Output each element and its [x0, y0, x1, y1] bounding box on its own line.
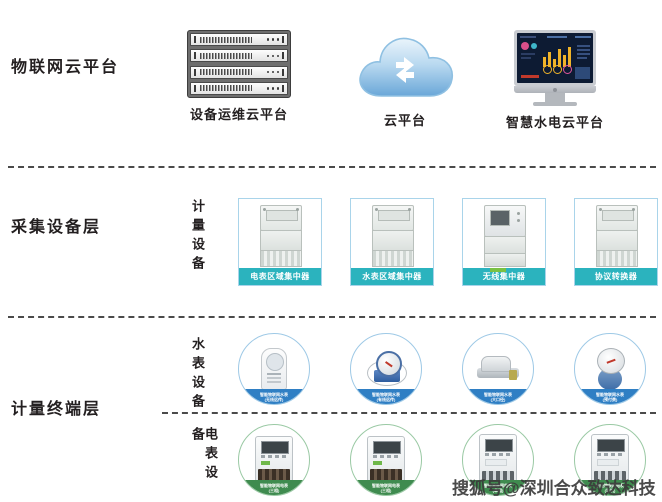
category-label-electric-device: 电表设备: [190, 427, 218, 484]
cloud-item-cloud-platform: 云平台: [340, 26, 470, 129]
concentrator-card-row: 电表区域集中器 水表区域集中器 无线集中器 协议转换器: [238, 198, 658, 286]
water-meter-inline-icon: [477, 356, 519, 382]
water-meter-caption: 智能物联网水表 (无线远传): [239, 389, 309, 404]
desktop-dashboard-icon: [514, 30, 596, 106]
concentrator-icon: [575, 199, 657, 268]
layer-divider-middle: [8, 316, 656, 318]
concentrator-card-caption: 电表区域集中器: [239, 268, 321, 285]
cloud-item-caption: 设备运维云平台: [189, 107, 288, 122]
server-rack-icon: [187, 30, 291, 98]
water-meter-caption: 智能物联网水表 (大口径): [463, 389, 533, 404]
concentrator-icon: [351, 199, 433, 268]
category-label-metering-device: 计量设备: [190, 199, 205, 275]
layer-title-collection-device: 采集设备层: [11, 219, 102, 236]
water-meter-item[interactable]: 智能物联网水表 (大口径): [462, 333, 534, 405]
cloud-item-caption: 智慧水电云平台: [505, 115, 604, 130]
concentrator-card[interactable]: 无线集中器: [462, 198, 546, 286]
electric-meter-caption: 智能物联网电表 (三相): [239, 480, 309, 495]
water-meter-row: 智能物联网水表 (无线远传) 智能物联网水表 (有线远传) 智能物联网水表 (大…: [238, 333, 658, 409]
sublayer-divider-water-electric: [162, 412, 656, 414]
layer-divider-top: [8, 166, 656, 168]
electric-meter-item[interactable]: 智能物联网电表 (三相): [238, 424, 310, 496]
concentrator-card-caption: 水表区域集中器: [351, 268, 433, 285]
electric-meter-item[interactable]: 智能物联网电表 (三相): [350, 424, 422, 496]
layer-title-metering-terminal: 计量终端层: [11, 401, 102, 418]
concentrator-card[interactable]: 水表区域集中器: [350, 198, 434, 286]
electric-meter-caption: 智能物联网电表 (三相): [351, 480, 421, 495]
concentrator-card[interactable]: 电表区域集中器: [238, 198, 322, 286]
cloud-item-caption: 云平台: [383, 113, 426, 128]
water-meter-module-icon: [261, 348, 287, 390]
water-meter-caption: 智能物联网水表 (有线远传): [351, 389, 421, 404]
cloud-platform-row: 设备运维云平台 云平台 智慧水电云平台: [150, 22, 650, 152]
concentrator-icon: [463, 199, 545, 272]
cloud-item-ops-platform: 设备运维云平台: [174, 30, 304, 123]
concentrator-card-caption: 协议转换器: [575, 268, 657, 285]
cloud-sync-icon: [352, 26, 458, 104]
water-meter-item[interactable]: 智能物联网水表 (有线远传): [350, 333, 422, 405]
cloud-item-smart-water-electric-platform: 智慧水电云平台: [480, 30, 630, 131]
electric-meter-3p-alt-icon: [367, 436, 405, 484]
concentrator-icon: [239, 199, 321, 268]
water-meter-item[interactable]: 智能物联网水表 (预付费): [574, 333, 646, 405]
water-meter-caption: 智能物联网水表 (预付费): [575, 389, 645, 404]
water-meter-prepaid-icon: [597, 348, 625, 390]
electric-meter-3p-icon: [255, 436, 293, 484]
layer-title-iot-cloud-platform: 物联网云平台: [11, 59, 120, 76]
water-meter-rotary-icon: [367, 351, 407, 387]
concentrator-card[interactable]: 协议转换器: [574, 198, 658, 286]
category-label-water-device: 水表设备: [190, 337, 205, 413]
water-meter-item[interactable]: 智能物联网水表 (无线远传): [238, 333, 310, 405]
watermark-text: 搜狐号@深圳合众致达科技: [452, 479, 656, 498]
architecture-diagram: 物联网云平台 采集设备层 计量终端层 计量设备 水表设备 电表设备 设备运维云平…: [0, 0, 662, 502]
